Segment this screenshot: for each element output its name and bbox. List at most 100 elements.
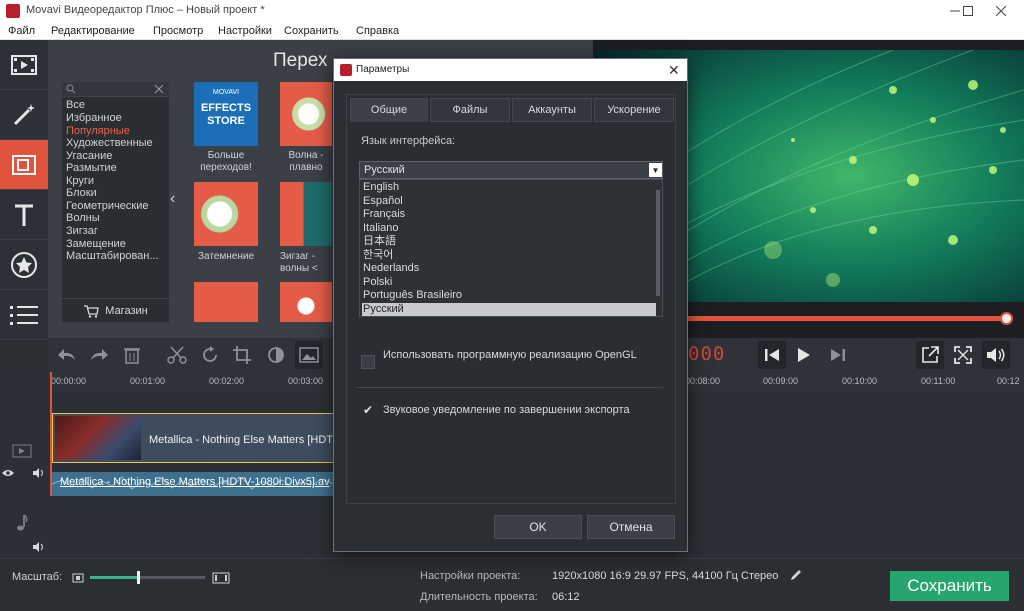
filters-button[interactable] bbox=[0, 90, 48, 140]
category-item[interactable]: Круги bbox=[66, 175, 94, 187]
language-option-selected[interactable]: Русский bbox=[362, 302, 656, 316]
language-option[interactable]: Italiano bbox=[362, 222, 656, 235]
save-button[interactable]: Сохранить bbox=[890, 571, 1009, 601]
ruler-tick: 00:12 bbox=[997, 376, 1020, 386]
language-option[interactable]: English bbox=[362, 181, 656, 194]
transition-thumbnail[interactable] bbox=[194, 182, 258, 246]
zoom-in-icon[interactable] bbox=[212, 572, 230, 584]
category-item[interactable]: Масштабирован... bbox=[66, 250, 159, 262]
tab-acceleration[interactable]: Ускорение bbox=[594, 98, 674, 122]
transitions-button[interactable] bbox=[0, 140, 48, 190]
dialog-title: Параметры bbox=[356, 64, 410, 75]
menu-view[interactable]: Просмотр bbox=[153, 25, 203, 37]
category-item[interactable]: Блоки bbox=[66, 187, 97, 199]
tab-accounts[interactable]: Аккаунты bbox=[512, 98, 592, 122]
volume-button[interactable] bbox=[982, 341, 1010, 369]
stickers-button[interactable] bbox=[0, 240, 48, 290]
chevron-down-icon[interactable]: ▼ bbox=[649, 163, 662, 177]
fullscreen-button[interactable] bbox=[949, 341, 977, 369]
next-frame-button[interactable] bbox=[824, 341, 852, 369]
badge-line: MOVAVI bbox=[212, 89, 240, 96]
color-adjust-button[interactable] bbox=[262, 341, 290, 369]
clip-thumbnail bbox=[55, 416, 141, 460]
undo-button[interactable] bbox=[53, 341, 81, 369]
scissors-icon bbox=[167, 346, 187, 364]
ruler-tick: 00:03:00 bbox=[288, 376, 324, 386]
delete-button[interactable] bbox=[118, 341, 146, 369]
category-item[interactable]: Геометрические bbox=[66, 200, 149, 212]
ok-button[interactable]: OK bbox=[494, 515, 582, 539]
opengl-checkbox[interactable] bbox=[361, 355, 375, 369]
audio-clip[interactable]: Metallica - Nothing Else Matters [HDTV-1… bbox=[52, 472, 334, 496]
titles-button[interactable] bbox=[0, 190, 48, 240]
language-option[interactable]: 한국어 bbox=[362, 249, 656, 262]
list-icon bbox=[10, 305, 38, 325]
category-item[interactable]: Художественные bbox=[66, 137, 153, 149]
badge-line: EFFECTS bbox=[200, 102, 252, 114]
effects-store-thumbnail[interactable]: MOVAVI EFFECTS STORE bbox=[194, 82, 258, 146]
track-speaker-icon[interactable] bbox=[32, 468, 46, 478]
eye-icon[interactable] bbox=[1, 468, 15, 478]
category-search-input[interactable] bbox=[62, 82, 169, 97]
zoom-out-icon[interactable] bbox=[72, 573, 84, 583]
video-clip[interactable]: Metallica - Nothing Else Matters [HDT bbox=[52, 413, 334, 463]
play-button[interactable] bbox=[790, 341, 818, 369]
chevron-left-icon[interactable]: ‹ bbox=[170, 190, 180, 214]
language-option[interactable]: 日本語 bbox=[362, 235, 656, 248]
tab-general[interactable]: Общие bbox=[350, 98, 428, 122]
language-option[interactable]: Français bbox=[362, 208, 656, 221]
edit-pencil-icon[interactable] bbox=[790, 569, 802, 581]
category-item[interactable]: Зигзаг bbox=[66, 225, 98, 237]
playback-progress[interactable] bbox=[680, 312, 1013, 325]
tab-files[interactable]: Файлы bbox=[430, 98, 510, 122]
transition-thumbnail[interactable] bbox=[280, 282, 332, 322]
project-settings-label: Настройки проекта: bbox=[420, 570, 521, 582]
cancel-button[interactable]: Отмена bbox=[587, 515, 675, 539]
language-option[interactable]: Nederlands bbox=[362, 262, 656, 275]
language-option[interactable]: Polski bbox=[362, 276, 656, 289]
ruler-tick: 00:02:00 bbox=[209, 376, 245, 386]
rotate-button[interactable] bbox=[196, 341, 224, 369]
ruler-tick: 00:10:00 bbox=[842, 376, 878, 386]
category-item[interactable]: Размытие bbox=[66, 162, 117, 174]
crop-button[interactable] bbox=[228, 341, 256, 369]
dropdown-scrollbar[interactable] bbox=[656, 190, 660, 296]
category-item[interactable]: Угасание bbox=[66, 150, 112, 162]
menu-settings[interactable]: Настройки bbox=[218, 25, 272, 37]
store-button[interactable]: Магазин bbox=[62, 298, 169, 322]
category-item[interactable]: Все bbox=[66, 99, 85, 111]
import-media-button[interactable] bbox=[0, 40, 48, 90]
audio-track-speaker-icon[interactable] bbox=[32, 542, 46, 552]
clear-search-icon[interactable] bbox=[154, 84, 164, 94]
audio-clip-label: Metallica - Nothing Else Matters [HDTV-1… bbox=[60, 476, 330, 488]
image-icon bbox=[299, 347, 319, 363]
more-tools-button[interactable] bbox=[0, 290, 48, 340]
cut-button[interactable] bbox=[163, 341, 191, 369]
export-frame-button[interactable] bbox=[916, 341, 944, 369]
menu-edit[interactable]: Редактирование bbox=[51, 25, 135, 37]
zoom-slider[interactable] bbox=[90, 571, 205, 584]
zoom-slider-fill bbox=[90, 576, 139, 579]
language-select[interactable]: Русский ▼ bbox=[359, 161, 663, 179]
transition-thumbnail[interactable] bbox=[280, 82, 332, 146]
close-icon[interactable] bbox=[978, 0, 1024, 22]
progress-handle[interactable] bbox=[999, 312, 1013, 325]
close-icon[interactable]: ✕ bbox=[668, 62, 680, 79]
transition-thumbnail[interactable] bbox=[194, 282, 258, 322]
redo-button[interactable] bbox=[85, 341, 113, 369]
category-item[interactable]: Избранное bbox=[66, 112, 122, 124]
category-item-selected[interactable]: Популярные bbox=[66, 125, 130, 137]
language-option[interactable]: Português Brasileiro bbox=[362, 289, 656, 302]
sound-notification-checkbox[interactable]: ✔ bbox=[361, 403, 375, 417]
menu-help[interactable]: Справка bbox=[356, 25, 399, 37]
category-item[interactable]: Волны bbox=[66, 212, 100, 224]
zoom-slider-handle[interactable] bbox=[137, 571, 141, 584]
previous-frame-button[interactable] bbox=[758, 341, 786, 369]
transition-thumbnail[interactable] bbox=[280, 182, 332, 246]
category-item[interactable]: Замещение bbox=[66, 238, 126, 250]
image-button[interactable] bbox=[295, 341, 323, 369]
playhead[interactable] bbox=[50, 372, 52, 496]
menu-file[interactable]: Файл bbox=[8, 25, 35, 37]
menu-save[interactable]: Сохранить bbox=[284, 25, 339, 37]
language-option[interactable]: Español bbox=[362, 195, 656, 208]
